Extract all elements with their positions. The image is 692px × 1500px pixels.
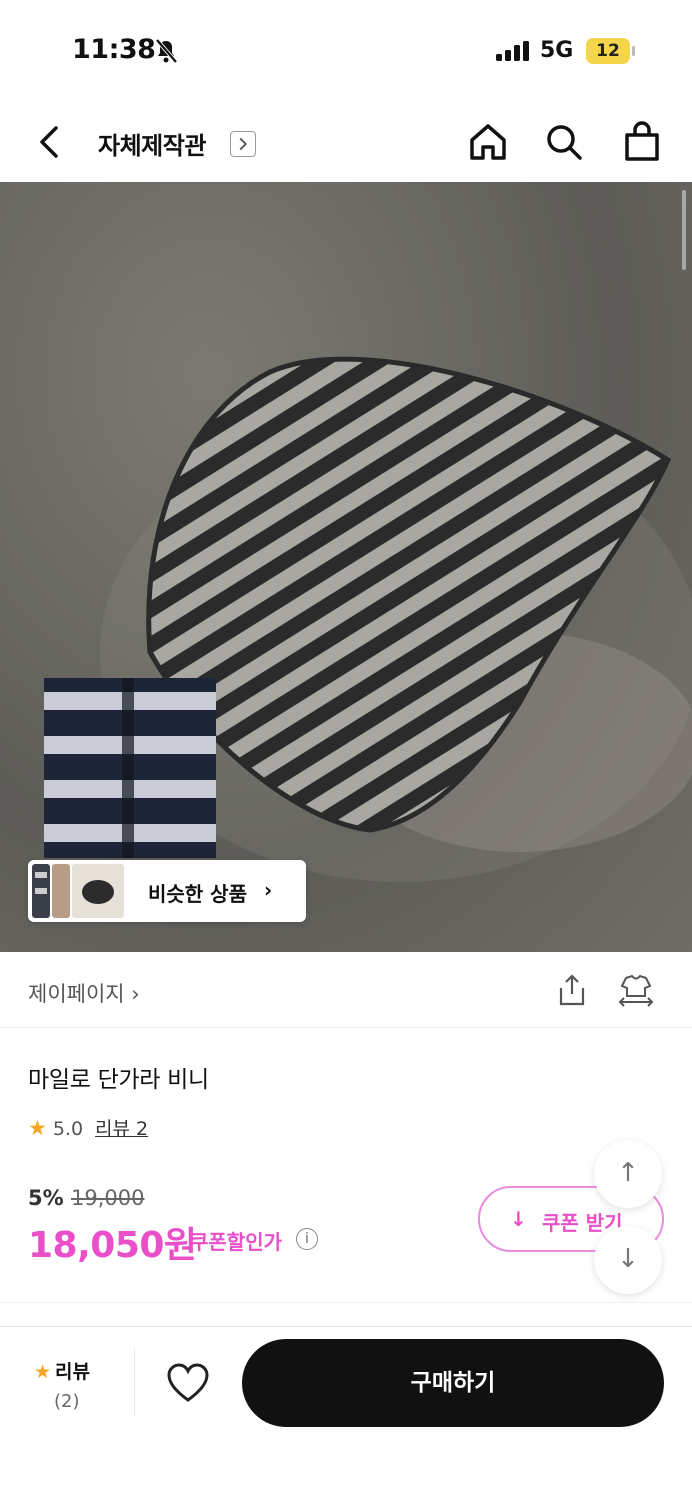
review-count[interactable]: (2)	[54, 1391, 80, 1412]
share-icon[interactable]	[554, 972, 590, 1008]
home-icon[interactable]	[468, 120, 508, 164]
bottom-action-bar: ★ 리뷰 (2) 구매하기	[0, 1326, 692, 1500]
bell-muted-icon	[155, 38, 178, 64]
rating-row: ★ 5.0 리뷰 2	[28, 1114, 148, 1141]
battery-cap	[632, 46, 635, 56]
chevron-right-icon: ›	[264, 878, 273, 902]
store-title[interactable]: 자체제작관	[98, 126, 206, 161]
detail-thumbnail	[44, 678, 216, 858]
info-icon[interactable]: i	[296, 1228, 318, 1250]
review-tab[interactable]: ★ 리뷰	[34, 1357, 90, 1384]
compare-outfit-icon[interactable]	[616, 972, 656, 1008]
discount-rate: 5%	[28, 1186, 64, 1210]
arrow-up-icon: ↑	[617, 1158, 639, 1188]
shopping-bag-icon[interactable]	[622, 120, 662, 164]
back-icon[interactable]	[30, 120, 70, 164]
battery-icon: 12	[586, 38, 630, 64]
brand-link[interactable]: 제이페이지 ›	[28, 978, 140, 1008]
similar-products-button[interactable]: 비슷한 상품 ›	[28, 860, 306, 922]
review-tab-label: 리뷰	[55, 1361, 91, 1383]
vertical-divider	[134, 1347, 135, 1417]
sale-price: 18,050원	[28, 1225, 197, 1266]
arrow-down-icon: ↓	[617, 1244, 639, 1274]
network-type: 5G	[540, 38, 574, 63]
top-nav: 자체제작관	[0, 100, 692, 182]
product-image[interactable]: 비슷한 상품 ›	[0, 182, 692, 952]
brand-row: 제이페이지 ›	[0, 952, 692, 1028]
status-bar: 11:38 5G 12	[0, 0, 692, 100]
section-divider	[0, 1302, 692, 1303]
chevron-right-icon[interactable]	[230, 131, 256, 157]
review-link[interactable]: 리뷰 2	[95, 1118, 148, 1140]
star-icon: ★	[34, 1361, 52, 1383]
heart-icon[interactable]	[164, 1361, 212, 1405]
search-icon[interactable]	[544, 120, 584, 164]
download-icon: ↓	[510, 1207, 527, 1231]
rating-value: 5.0	[52, 1118, 84, 1140]
star-icon: ★	[28, 1116, 47, 1140]
similar-products-label: 비슷한 상품	[148, 882, 247, 906]
status-time: 11:38	[72, 34, 156, 65]
coupon-price-label: 쿠폰할인가	[190, 1230, 282, 1254]
signal-icon	[496, 41, 529, 61]
similar-thumbnails	[32, 864, 124, 918]
scroll-up-button[interactable]: ↑	[594, 1140, 662, 1208]
original-price: 19,000	[71, 1186, 145, 1210]
product-name: 마일로 단가라 비니	[28, 1067, 209, 1093]
image-scrollbar	[682, 190, 686, 270]
buy-button[interactable]: 구매하기	[242, 1339, 664, 1427]
scroll-down-button[interactable]: ↓	[594, 1226, 662, 1294]
